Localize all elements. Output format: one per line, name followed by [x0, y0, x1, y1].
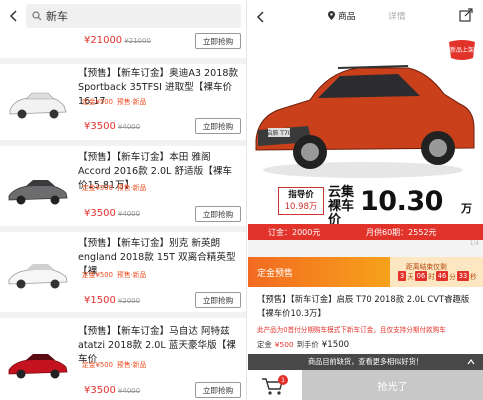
product-image: 启辰 T70 新品上架	[248, 30, 483, 185]
search-icon	[32, 11, 42, 21]
buy-now-button[interactable]: 立即抢购	[195, 206, 241, 222]
search-header: 新车	[0, 0, 246, 32]
cart-count-badge: 1	[278, 375, 288, 385]
buy-now-button[interactable]: 立即抢购	[195, 33, 241, 49]
detail-header: 商品 详情	[248, 0, 483, 30]
product-note: 此产品为0首付分期购车模式下新车订金，且仅支持分期付款购车	[257, 326, 446, 334]
tag-row: 定金¥500 预售·新品	[82, 361, 147, 369]
license-plate: 启辰 T70	[266, 129, 291, 137]
monthly-text: 月供60期：2552元	[366, 227, 437, 237]
search-input[interactable]: 新车	[26, 4, 241, 28]
tag-row: 定金¥500 预售·新品	[82, 184, 147, 192]
location-pin-icon	[328, 11, 335, 20]
countdown: 距离结束仅剩 3天 06 时 46 分 33 秒	[390, 257, 483, 287]
search-results-panel: 新车 ¥21000 ¥21000 立即抢购 【预售】【新车订金】奥迪A3 2018…	[0, 0, 247, 400]
chevron-up-icon	[467, 359, 475, 365]
deposit-bar: 订金：2000元 月供60期：2552元	[248, 224, 483, 240]
guide-price-box: 指导价 10.98万	[278, 187, 324, 215]
tag-row: 定金¥500 预售·新品	[82, 98, 147, 106]
countdown-label: 距离结束仅剩	[406, 263, 447, 271]
chevron-left-icon	[256, 11, 264, 23]
list-item[interactable]: 【预售】【新车订金】别克 新英朗 england 2018款 15T 双离合精英…	[0, 232, 246, 318]
price: ¥1500 ¥2000	[84, 295, 141, 306]
deposit-price-row: 定金 ¥500 到手价 ¥1500	[257, 339, 350, 350]
price-band: 指导价 10.98万 云集裸车价 10.30 万	[248, 184, 483, 228]
bottom-action-bar: 1 抢光了	[248, 370, 483, 400]
price: ¥3500 ¥4000	[84, 121, 141, 132]
back-button[interactable]	[6, 6, 20, 26]
search-query: 新车	[46, 10, 68, 23]
list-item[interactable]: 【预售】【新车订金】奥迪A3 2018款 Sportback 35TFSI 进取…	[0, 64, 246, 146]
share-icon	[459, 8, 473, 22]
list-item[interactable]: 【预售】【新车订金】马自达 阿特兹 atatzi 2018款 2.0L 蓝天豪华…	[0, 318, 246, 400]
price: ¥21000 ¥21000	[84, 35, 151, 46]
product-title: 【预售】【新车订金】启辰 T70 2018款 2.0L CVT睿趣版【裸车价10…	[257, 294, 470, 318]
sold-out-button[interactable]: 抢光了	[302, 370, 483, 400]
car-thumbnail	[8, 354, 68, 379]
chevron-left-icon	[9, 10, 17, 22]
out-of-stock-toast[interactable]: 商品目前缺货，查看更多相似好货！	[248, 354, 483, 370]
tab-goods[interactable]: 商品	[328, 9, 356, 22]
list-item[interactable]: 【预售】【新车订金】本田 雅阁Accord 2016款 2.0L 舒适版【裸车价…	[0, 146, 246, 232]
price: ¥3500 ¥4000	[84, 208, 141, 219]
deposit-text: 订金：2000元	[268, 227, 321, 237]
yunji-price-label: 云集裸车价	[328, 185, 355, 228]
back-button[interactable]	[256, 8, 264, 27]
main-price: 10.30	[360, 186, 443, 217]
product-detail-panel: 商品 详情 启辰 T70 新品上架 指导价 10.98万 云集裸车价 10.30…	[248, 0, 483, 400]
share-button[interactable]	[459, 7, 473, 26]
buy-now-button[interactable]: 立即抢购	[195, 118, 241, 134]
tab-details[interactable]: 详情	[388, 9, 406, 22]
car-thumbnail	[9, 92, 67, 119]
buy-now-button[interactable]: 立即抢购	[195, 292, 241, 308]
countdown-timer: 3天 06 时 46 分 33 秒	[398, 271, 477, 281]
presale-banner: 定金预售 距离结束仅剩 3天 06 时 46 分 33 秒	[248, 257, 483, 287]
buy-now-button[interactable]: 立即抢购	[195, 382, 241, 398]
car-thumbnail	[8, 264, 68, 289]
car-thumbnail	[8, 180, 68, 205]
image-page-indicator: 1/4	[469, 240, 479, 247]
new-arrival-badge: 新品上架	[447, 38, 477, 62]
tag-row: 定金¥500 预售·新品	[82, 271, 147, 279]
presale-label: 定金预售	[248, 257, 390, 287]
list-item[interactable]: ¥21000 ¥21000 立即抢购	[0, 32, 246, 64]
price: ¥3500 ¥4000	[84, 385, 141, 396]
main-price-unit: 万	[461, 202, 472, 215]
